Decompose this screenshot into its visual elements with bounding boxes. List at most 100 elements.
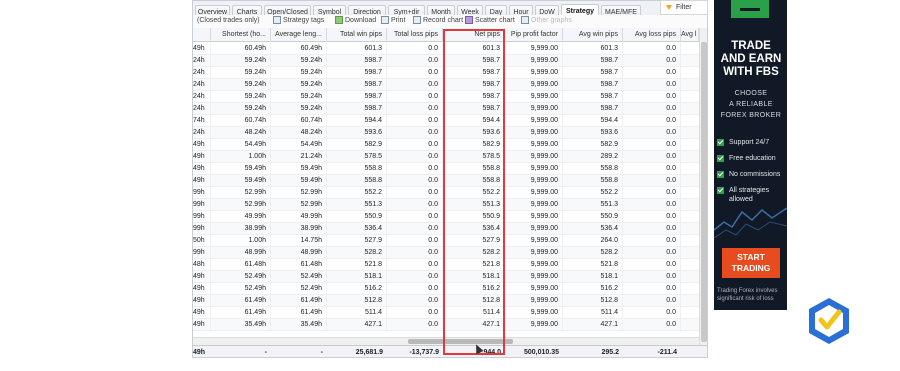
- column-header[interactable]: Avg l: [681, 28, 699, 42]
- print-button[interactable]: Print: [381, 16, 405, 26]
- table-cell: 0.0: [387, 211, 443, 223]
- table-row[interactable]: 49h 61.49h 61.49h 511.4 0.0 511.4 9,999.00 511.…: [193, 307, 699, 319]
- table-cell: 0.0: [387, 115, 443, 127]
- table-cell: 59.49h: [211, 175, 271, 187]
- horizontal-scrollbar[interactable]: [193, 337, 699, 345]
- table-cell: 59.24h: [211, 79, 271, 91]
- table-cell: 598.7: [327, 103, 387, 115]
- table-cell: 552.2: [327, 187, 387, 199]
- check-icon: [717, 171, 724, 178]
- table-row[interactable]: 49h 52.49h 52.49h 518.1 0.0 518.1 9,999.00 518.…: [193, 271, 699, 283]
- table-cell: 518.1: [563, 271, 623, 283]
- table-row[interactable]: 99h 49.99h 49.99h 550.9 0.0 550.9 9,999.00 550.…: [193, 211, 699, 223]
- column-header[interactable]: [193, 28, 211, 42]
- table-row[interactable]: 24h 59.24h 59.24h 598.7 0.0 598.7 9,999.00 598.…: [193, 79, 699, 91]
- record-chart-button[interactable]: Record chart: [413, 16, 463, 26]
- table-cell: 550.9: [563, 211, 623, 223]
- vertical-scrollbar[interactable]: [699, 28, 707, 346]
- table-header: Shortest (ho... Average leng... Total win …: [193, 28, 699, 42]
- fbs-advertisement[interactable]: TRADE AND EARN WITH FBS CHOOSE A RELIABL…: [714, 0, 787, 310]
- column-header[interactable]: Avg win pips: [563, 28, 623, 42]
- table-cell: 9,999.00: [505, 175, 563, 187]
- table-row[interactable]: 49h 54.49h 54.49h 582.9 0.0 582.9 9,999.00 582.…: [193, 139, 699, 151]
- table-row[interactable]: 50h 1.00h 14.75h 527.9 0.0 527.9 9,999.00 264.0…: [193, 235, 699, 247]
- table-cell: 35.49h: [211, 319, 271, 331]
- table-cell: 74h: [193, 115, 211, 127]
- column-header[interactable]: Average leng...: [271, 28, 327, 42]
- table-cell: 550.9: [327, 211, 387, 223]
- table-cell: 48h: [193, 259, 211, 271]
- table-cell: 516.2: [327, 283, 387, 295]
- table-cell: 598.7: [563, 79, 623, 91]
- table-cell: 21.24h: [271, 151, 327, 163]
- table-cell: 0.0: [623, 295, 681, 307]
- table-row[interactable]: 24h 59.24h 59.24h 598.7 0.0 598.7 9,999.00 598.…: [193, 55, 699, 67]
- table-cell: 427.1: [563, 319, 623, 331]
- table-cell: 52.99h: [211, 187, 271, 199]
- table-cell: 49h: [193, 151, 211, 163]
- table-cell: 528.2: [443, 247, 505, 259]
- table-row[interactable]: 99h 48.99h 48.99h 528.2 0.0 528.2 9,999.00 528.…: [193, 247, 699, 259]
- table-row[interactable]: 49h 52.49h 52.49h 516.2 0.0 516.2 9,999.00 516.…: [193, 283, 699, 295]
- table-row[interactable]: 24h 48.24h 48.24h 593.6 0.0 593.6 9,999.00 593.…: [193, 127, 699, 139]
- print-icon: [381, 16, 389, 25]
- table-row[interactable]: 99h 52.99h 52.99h 552.2 0.0 552.2 9,999.00 552.…: [193, 187, 699, 199]
- table-row[interactable]: 49h 59.49h 59.49h 558.8 0.0 558.8 9,999.00 558.…: [193, 175, 699, 187]
- table-cell: 289.2: [563, 151, 623, 163]
- table-cell: 99h: [193, 211, 211, 223]
- table-cell: 0.0: [623, 115, 681, 127]
- table-row[interactable]: 24h 59.24h 59.24h 598.7 0.0 598.7 9,999.00 598.…: [193, 67, 699, 79]
- table-row[interactable]: 49h 35.49h 35.49h 427.1 0.0 427.1 9,999.00 427.…: [193, 319, 699, 331]
- horizontal-scroll-thumb[interactable]: [408, 339, 513, 344]
- table-cell: 9,999.00: [505, 151, 563, 163]
- table-cell: 48.99h: [271, 247, 327, 259]
- table-cell: 61.48h: [271, 259, 327, 271]
- column-header[interactable]: Shortest (ho...: [211, 28, 271, 42]
- start-trading-button[interactable]: START TRADING: [722, 248, 780, 278]
- vertical-scroll-thumb[interactable]: [701, 42, 707, 342]
- column-header[interactable]: Pip profit factor: [505, 28, 563, 42]
- table-cell: 551.3: [443, 199, 505, 211]
- table-cell: 49.99h: [211, 211, 271, 223]
- column-header[interactable]: Avg loss pips: [623, 28, 681, 42]
- table-cell: 0.0: [387, 319, 443, 331]
- toolbar: (Closed trades only) Strategy tags Downl…: [193, 15, 707, 29]
- table-cell: 0.0: [387, 295, 443, 307]
- table-cell: 598.7: [563, 67, 623, 79]
- table-cell: 598.7: [443, 55, 505, 67]
- table-cell: 49h: [193, 271, 211, 283]
- table-row[interactable]: 49h 59.49h 59.49h 558.8 0.0 558.8 9,999.00 558.…: [193, 163, 699, 175]
- table-row[interactable]: 99h 52.99h 52.99h 551.3 0.0 551.3 9,999.00 551.…: [193, 199, 699, 211]
- risk-warning: Trading Forex involves significant risk …: [717, 288, 778, 302]
- column-header[interactable]: Total loss pips: [387, 28, 443, 42]
- scatter-chart-button[interactable]: Scatter chart: [465, 16, 515, 26]
- table-row[interactable]: 24h 59.24h 59.24h 598.7 0.0 598.7 9,999.00 598.…: [193, 91, 699, 103]
- table-row[interactable]: 99h 38.99h 38.99h 536.4 0.0 536.4 9,999.00 536.…: [193, 223, 699, 235]
- table-cell: 0.0: [387, 235, 443, 247]
- column-header[interactable]: Net pips: [443, 28, 505, 42]
- table-cell: 49h: [193, 295, 211, 307]
- table-cell: 48.99h: [211, 247, 271, 259]
- table-cell: 0.0: [387, 223, 443, 235]
- table-cell: 550.9: [443, 211, 505, 223]
- download-button[interactable]: Download: [335, 16, 376, 26]
- table-row[interactable]: 49h 61.49h 61.49h 512.8 0.0 512.8 9,999.00 512.…: [193, 295, 699, 307]
- table-cell: 99h: [193, 199, 211, 211]
- table-cell: 52.99h: [211, 199, 271, 211]
- table-cell: 552.2: [563, 187, 623, 199]
- filter-button[interactable]: Filter: [660, 0, 708, 15]
- total-cell: -211.4: [657, 349, 677, 356]
- table-cell: 0.0: [387, 187, 443, 199]
- table-cell: 61.49h: [271, 295, 327, 307]
- total-cell: 49h: [193, 349, 206, 356]
- table-row[interactable]: 49h 1.00h 21.24h 578.5 0.0 578.5 9,999.00 289.2…: [193, 151, 699, 163]
- table-row[interactable]: 74h 60.74h 60.74h 594.4 0.0 594.4 9,999.00 594.…: [193, 115, 699, 127]
- table-cell: 0.0: [387, 103, 443, 115]
- table-row[interactable]: 48h 61.48h 61.48h 521.8 0.0 521.8 9,999.00 521.…: [193, 259, 699, 271]
- table-row[interactable]: 49h 60.49h 60.49h 601.3 0.0 601.3 9,999.00 601.…: [193, 43, 699, 55]
- strategy-tags-button[interactable]: Strategy tags: [273, 16, 324, 26]
- column-header[interactable]: Total win pips: [327, 28, 387, 42]
- table-row[interactable]: 24h 59.24h 59.24h 598.7 0.0 598.7 9,999.00 598.…: [193, 103, 699, 115]
- other-graphs-button[interactable]: Other graphs: [521, 16, 572, 26]
- table-cell: 49h: [193, 175, 211, 187]
